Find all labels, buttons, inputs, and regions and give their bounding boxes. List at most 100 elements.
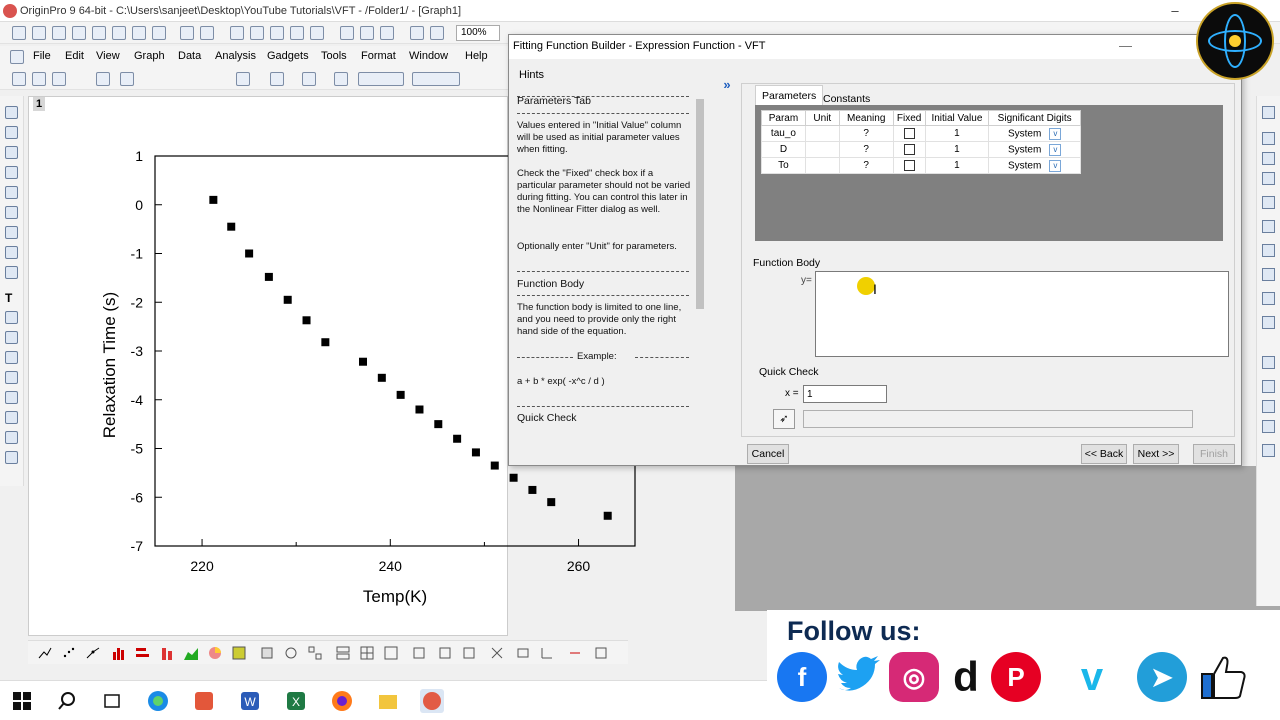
line-symbol-icon[interactable] [86, 646, 100, 660]
chevron-down-icon[interactable]: v [1049, 127, 1062, 140]
layout-icon[interactable] [1262, 244, 1275, 257]
search-icon[interactable] [55, 689, 79, 713]
pie-chart-icon[interactable] [208, 646, 222, 660]
command-window-icon[interactable] [1262, 152, 1275, 165]
param-initial[interactable]: 1 [924, 141, 990, 158]
param-name[interactable]: To [761, 157, 806, 174]
param-unit[interactable] [804, 125, 840, 142]
param-name[interactable]: tau_o [761, 125, 806, 142]
dailymotion-icon[interactable]: d [941, 652, 991, 702]
hints-scroll-thumb[interactable] [696, 99, 704, 309]
data-info-icon[interactable] [594, 646, 608, 660]
param-digits-cell[interactable]: System v [988, 125, 1081, 142]
table-row[interactable]: D ? 1 System v [761, 141, 1081, 158]
function-body-textarea[interactable] [815, 271, 1229, 357]
add-axis-icon[interactable] [540, 646, 554, 660]
function-icon[interactable] [1262, 292, 1275, 305]
nine-panel-icon[interactable] [384, 646, 398, 660]
param-digits[interactable]: System [1008, 128, 1041, 139]
param-digits-cell[interactable]: System v [988, 157, 1081, 174]
hints-scrollbar[interactable] [693, 85, 707, 433]
3d-plot-icon[interactable] [260, 646, 274, 660]
office-icon[interactable] [192, 689, 216, 713]
excel-window-icon[interactable] [1262, 316, 1275, 329]
tab-parameters[interactable]: Parameters [755, 85, 824, 105]
instagram-icon[interactable]: ◎ [889, 652, 939, 702]
telegram-icon[interactable]: ➤ [1137, 652, 1187, 702]
expand-hints-icon[interactable]: » [719, 77, 735, 93]
param-fixed-cell[interactable] [892, 141, 926, 158]
pinterest-icon[interactable]: P [991, 652, 1041, 702]
clock-icon[interactable] [1262, 380, 1275, 393]
param-fixed-cell[interactable] [892, 157, 926, 174]
line-plot-icon[interactable] [38, 646, 52, 660]
merge-graph-icon[interactable] [412, 646, 426, 660]
evaluate-run-button[interactable]: ➶ [773, 409, 795, 429]
back-button[interactable]: << Back [1081, 444, 1127, 464]
rescale-icon[interactable] [490, 646, 504, 660]
next-button[interactable]: Next >> [1133, 444, 1179, 464]
param-unit[interactable] [804, 157, 840, 174]
code-builder-icon[interactable] [1262, 172, 1275, 185]
project-explorer-icon[interactable] [1262, 106, 1275, 119]
add-layer-icon[interactable] [462, 646, 476, 660]
stack-column-icon[interactable] [160, 646, 174, 660]
facebook-icon[interactable]: f [777, 652, 827, 702]
hint-example-label: Example: [577, 351, 617, 362]
param-digits-cell[interactable]: System v [988, 141, 1081, 158]
excel-icon[interactable]: X [284, 689, 308, 713]
param-unit[interactable] [804, 141, 840, 158]
task-view-icon[interactable] [100, 689, 124, 713]
table-row[interactable]: tau_o ? 1 System v [761, 125, 1081, 142]
worksheet-icon[interactable] [1262, 196, 1275, 209]
template-library-icon[interactable] [232, 646, 246, 660]
vimeo-icon[interactable]: v [1067, 652, 1117, 702]
contour-icon[interactable] [284, 646, 298, 660]
add-legend-icon[interactable] [516, 646, 530, 660]
originpro-taskbar-icon[interactable] [420, 689, 444, 713]
parameters-table[interactable]: Param Unit Meaning Fixed Initial Value S… [761, 110, 1081, 174]
stacked-layer-icon[interactable] [336, 646, 350, 660]
param-meaning[interactable]: ? [838, 125, 894, 142]
dialog-minimize-button[interactable]: — [1119, 38, 1132, 53]
sheet-icon[interactable] [1262, 444, 1275, 457]
param-name[interactable]: D [761, 141, 806, 158]
word-icon[interactable]: W [238, 689, 262, 713]
fixed-checkbox[interactable] [903, 159, 915, 171]
notes-icon[interactable] [1262, 268, 1275, 281]
param-meaning[interactable]: ? [838, 141, 894, 158]
table-row[interactable]: To ? 1 System v [761, 157, 1081, 174]
bar-plot-icon[interactable] [136, 646, 150, 660]
firefox-icon[interactable] [330, 689, 354, 713]
matrix-icon[interactable] [1262, 220, 1275, 233]
param-initial[interactable]: 1 [924, 125, 990, 142]
twitter-icon[interactable] [833, 652, 883, 702]
area-plot-icon[interactable] [184, 646, 198, 660]
chevron-down-icon[interactable]: v [1049, 143, 1062, 156]
fixed-checkbox[interactable] [903, 127, 915, 139]
file-explorer-icon[interactable] [376, 689, 400, 713]
edge-browser-icon[interactable] [146, 689, 170, 713]
cancel-button[interactable]: Cancel [747, 444, 789, 464]
four-panel-icon[interactable] [360, 646, 374, 660]
stats-icon[interactable] [1262, 356, 1275, 369]
param-initial[interactable]: 1 [924, 157, 990, 174]
param-meaning[interactable]: ? [838, 157, 894, 174]
param-fixed-cell[interactable] [892, 125, 926, 142]
column-plot-icon[interactable] [112, 646, 126, 660]
info-icon[interactable] [1262, 400, 1275, 413]
extract-layers-icon[interactable] [438, 646, 452, 660]
table-icon[interactable] [1262, 420, 1275, 433]
finish-button[interactable]: Finish [1193, 444, 1235, 464]
fixed-checkbox[interactable] [903, 143, 915, 155]
multi-panel-icon[interactable] [308, 646, 322, 660]
scatter-plot-icon[interactable] [62, 646, 76, 660]
param-digits[interactable]: System [1008, 144, 1041, 155]
windows-start-icon[interactable] [10, 689, 34, 713]
results-log-icon[interactable] [1262, 132, 1275, 145]
quick-check-x-input[interactable] [803, 385, 887, 403]
color-scale-icon[interactable] [568, 646, 582, 660]
thumbs-up-icon[interactable] [1199, 652, 1249, 702]
param-digits[interactable]: System [1008, 160, 1041, 171]
chevron-down-icon[interactable]: v [1049, 159, 1062, 172]
